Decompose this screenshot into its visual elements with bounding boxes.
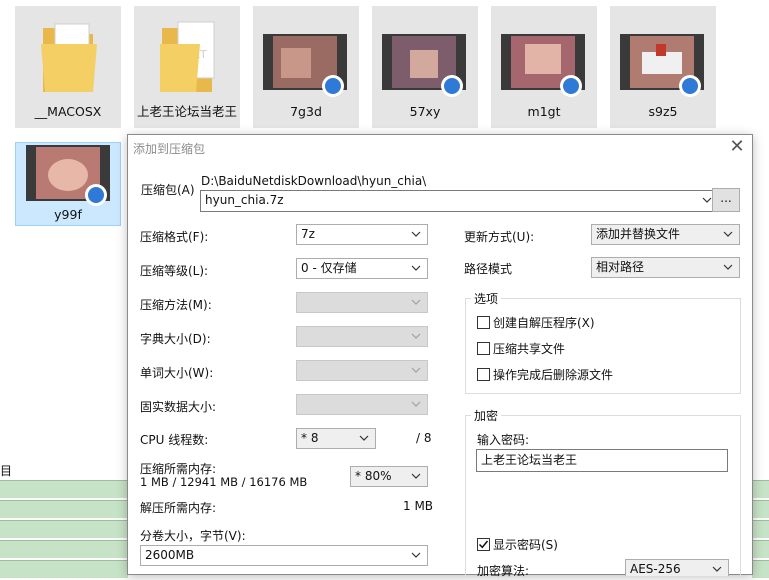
- file-name: m1gt: [527, 104, 561, 119]
- option-shared-checkbox[interactable]: 压缩共享文件: [477, 340, 565, 357]
- video-item-m1gt[interactable]: m1gt: [491, 6, 597, 128]
- solid-label: 固实数据大小:: [140, 400, 217, 414]
- encrypt-method-value: AES-256: [630, 562, 681, 576]
- file-name: 57xy: [409, 104, 441, 119]
- cpu-label: CPU 线程数:: [140, 433, 209, 447]
- option-label: 创建自解压程序(X): [493, 316, 595, 330]
- cpu-total: / 8: [416, 431, 432, 445]
- chevron-down-icon: [411, 546, 421, 565]
- option-sfx-checkbox[interactable]: 创建自解压程序(X): [477, 314, 595, 331]
- chevron-down-icon: [411, 327, 421, 346]
- options-title: 选项: [471, 290, 502, 307]
- archive-name-combo[interactable]: hyun_chia.7z: [200, 190, 719, 212]
- chevron-down-icon: [411, 259, 421, 278]
- video-thumbnail-icon: [263, 34, 347, 97]
- cpu-select[interactable]: * 8: [296, 428, 376, 449]
- password-label: 输入密码:: [477, 433, 530, 447]
- background-list-stripes-right: [752, 480, 769, 580]
- checkbox-box[interactable]: [477, 538, 490, 551]
- chevron-down-icon: [712, 560, 722, 579]
- checkbox-box[interactable]: [477, 342, 490, 355]
- mem-decompress-value: 1 MB: [403, 499, 434, 513]
- level-label: 压缩等级(L):: [140, 264, 209, 278]
- file-name: 上老王论坛当老王: [136, 104, 237, 119]
- format-value: 7z: [301, 227, 315, 241]
- show-password-label: 显示密码(S): [493, 538, 558, 552]
- method-select: [296, 292, 428, 313]
- word-select: [296, 360, 428, 381]
- path-mode-value: 相对路径: [596, 260, 645, 274]
- cpu-value: * 8: [301, 431, 319, 445]
- update-label: 更新方式(U):: [464, 230, 535, 244]
- split-label: 分卷大小，字节(V):: [140, 529, 246, 543]
- split-value: 2600MB: [145, 548, 195, 562]
- left-pane-fragment: 目: [0, 464, 13, 478]
- checkbox-box[interactable]: [477, 368, 490, 381]
- path-mode-select[interactable]: 相对路径: [591, 257, 740, 278]
- chevron-down-icon: [411, 293, 421, 312]
- chevron-down-icon: [411, 395, 421, 414]
- file-name: y99f: [54, 207, 82, 222]
- path-mode-label: 路径模式: [464, 262, 513, 276]
- folder-text-icon: TXT: [160, 21, 215, 92]
- word-label: 单词大小(W):: [140, 366, 214, 380]
- dict-label: 字典大小(D):: [140, 332, 211, 346]
- mem-compress-value: 1 MB / 12941 MB / 16176 MB: [140, 475, 308, 489]
- solid-select: [296, 394, 428, 415]
- chevron-down-icon: [702, 191, 712, 210]
- video-thumbnail-icon: [26, 145, 110, 206]
- video-item-57xy[interactable]: 57xy: [372, 6, 478, 128]
- browse-button[interactable]: ...: [712, 188, 740, 212]
- video-item-s9z5[interactable]: s9z5: [610, 6, 716, 128]
- password-input[interactable]: 上老王论坛当老王: [476, 449, 728, 472]
- folder-icon: [41, 23, 97, 92]
- chevron-down-icon: [411, 361, 421, 380]
- file-name: 7g3d: [290, 104, 322, 119]
- folder-item-macosx[interactable]: __MACOSX: [15, 6, 121, 128]
- checkmark-icon: [478, 540, 489, 549]
- archive-name-value: hyun_chia.7z: [205, 193, 284, 207]
- level-value: 0 - 仅存储: [301, 261, 357, 275]
- video-item-y99f[interactable]: y99f: [15, 142, 121, 226]
- close-icon[interactable]: ✕: [726, 137, 748, 159]
- show-password-checkbox[interactable]: 显示密码(S): [477, 536, 558, 553]
- chevron-down-icon: [723, 225, 733, 244]
- chevron-down-icon: [723, 258, 733, 277]
- archive-label: 压缩包(A): [141, 183, 195, 197]
- dict-select: [296, 326, 428, 347]
- video-item-7g3d[interactable]: 7g3d: [253, 6, 359, 128]
- background-list-stripes: [0, 480, 128, 580]
- method-label: 压缩方法(M):: [140, 298, 212, 312]
- archive-path: D:\BaiduNetdiskDownload\hyun_chia\: [201, 174, 427, 188]
- format-select[interactable]: 7z: [296, 224, 428, 245]
- option-label: 压缩共享文件: [493, 342, 566, 356]
- file-name: __MACOSX: [34, 104, 102, 119]
- encryption-title: 加密: [471, 407, 502, 424]
- video-thumbnail-icon: [620, 34, 704, 97]
- format-label: 压缩格式(F):: [140, 230, 209, 244]
- update-select[interactable]: 添加并替换文件: [591, 224, 740, 245]
- encrypt-method-select[interactable]: AES-256: [625, 559, 729, 576]
- chevron-down-icon: [411, 225, 421, 244]
- encrypt-method-label: 加密算法:: [477, 564, 530, 578]
- video-thumbnail-icon: [382, 34, 466, 97]
- mem-decompress-label: 解压所需内存:: [140, 501, 217, 515]
- video-thumbnail-icon: [501, 34, 585, 97]
- split-select[interactable]: 2600MB: [140, 545, 428, 566]
- dialog-title: 添加到压缩包: [133, 142, 206, 156]
- add-to-archive-dialog: 添加到压缩包 ✕ 压缩包(A) D:\BaiduNetdiskDownload\…: [127, 134, 753, 578]
- folder-item-txt[interactable]: TXT 上老王论坛当老王: [134, 6, 240, 128]
- mem-percent-select[interactable]: * 80%: [350, 466, 428, 487]
- chevron-down-icon: [359, 429, 369, 448]
- dialog-titlebar[interactable]: 添加到压缩包 ✕: [128, 135, 752, 161]
- level-select[interactable]: 0 - 仅存储: [296, 258, 428, 279]
- option-delete-checkbox[interactable]: 操作完成后删除源文件: [477, 366, 613, 383]
- checkbox-box[interactable]: [477, 316, 490, 329]
- option-label: 操作完成后删除源文件: [493, 368, 614, 382]
- mem-percent-value: * 80%: [355, 469, 392, 483]
- file-name: s9z5: [648, 104, 678, 119]
- chevron-down-icon: [411, 467, 421, 486]
- update-value: 添加并替换文件: [596, 227, 681, 241]
